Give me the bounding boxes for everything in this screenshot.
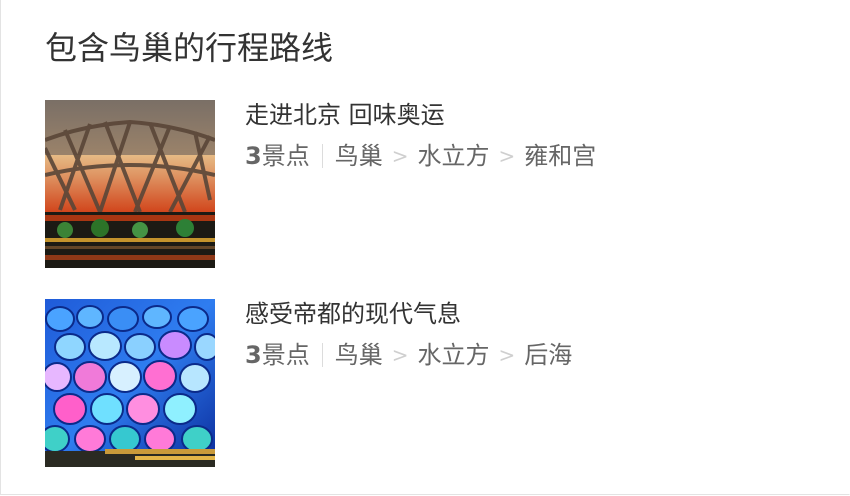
route-meta: 3 景点 鸟巢 > 水立方 > 雍和宫	[245, 141, 596, 171]
stop-2[interactable]: 水立方	[417, 141, 489, 171]
spot-count-unit: 景点	[261, 341, 310, 369]
route-info: 走进北京 回味奥运 3 景点 鸟巢 > 水立方 > 雍和宫	[245, 100, 596, 171]
birds-nest-image	[45, 100, 215, 268]
route-item[interactable]: 感受帝都的现代气息 3 景点 鸟巢 > 水立方 > 后海	[45, 299, 825, 469]
stop-2[interactable]: 水立方	[417, 340, 489, 370]
route-meta: 3 景点 鸟巢 > 水立方 > 后海	[245, 340, 572, 370]
spot-count-unit: 景点	[261, 142, 310, 170]
meta-divider	[321, 343, 323, 367]
stop-3[interactable]: 后海	[524, 340, 572, 370]
route-thumbnail-water-cube[interactable]	[45, 299, 215, 467]
route-title[interactable]: 走进北京 回味奥运	[245, 100, 596, 130]
route-panel: 包含鸟巢的行程路线 走进北京 回味奥运 3 景点 鸟巢 > 水立方 > 雍和宫 …	[0, 0, 850, 495]
meta-divider	[321, 144, 323, 168]
stop-3[interactable]: 雍和宫	[524, 141, 596, 171]
spot-count: 3	[245, 142, 262, 170]
arrow-separator: >	[498, 343, 516, 367]
water-cube-image	[45, 299, 215, 467]
stop-1[interactable]: 鸟巢	[335, 141, 383, 171]
spot-count: 3	[245, 341, 262, 369]
route-thumbnail-birds-nest[interactable]	[45, 100, 215, 268]
route-info: 感受帝都的现代气息 3 景点 鸟巢 > 水立方 > 后海	[245, 299, 572, 370]
route-title[interactable]: 感受帝都的现代气息	[245, 299, 572, 329]
section-title: 包含鸟巢的行程路线	[45, 29, 334, 67]
arrow-separator: >	[391, 144, 409, 168]
arrow-separator: >	[391, 343, 409, 367]
route-item[interactable]: 走进北京 回味奥运 3 景点 鸟巢 > 水立方 > 雍和宫	[45, 100, 825, 270]
stop-1[interactable]: 鸟巢	[335, 340, 383, 370]
arrow-separator: >	[498, 144, 516, 168]
